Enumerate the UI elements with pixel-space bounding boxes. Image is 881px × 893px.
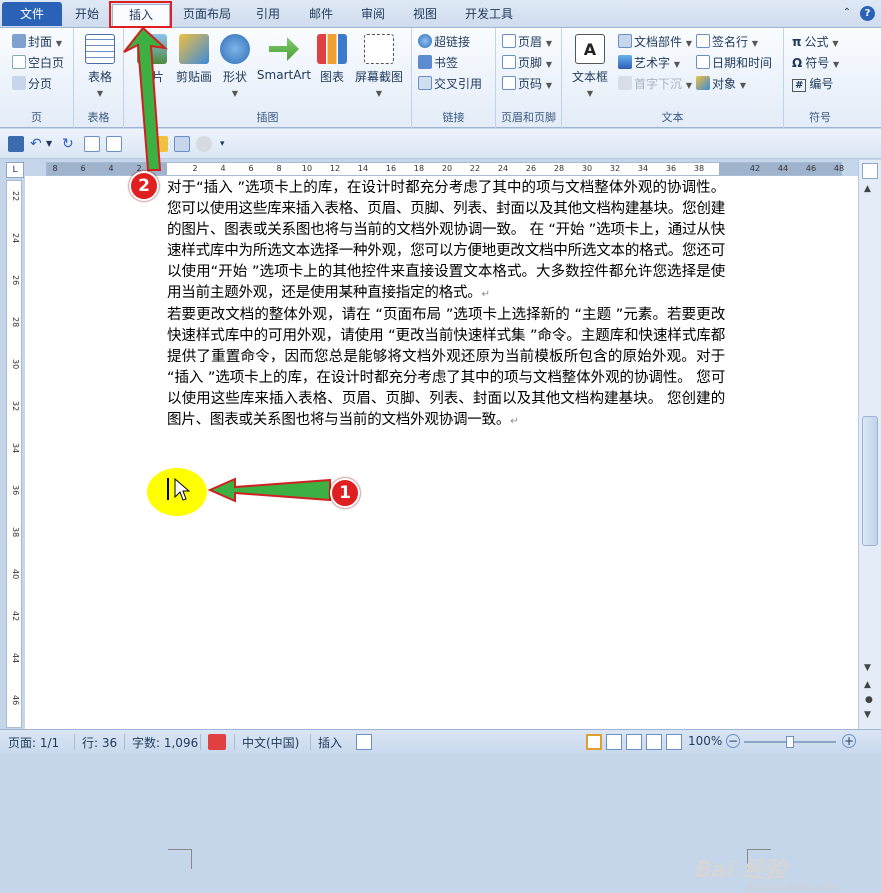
zoom-slider-thumb[interactable] — [786, 736, 794, 748]
scroll-thumb[interactable] — [862, 416, 878, 546]
outline-view-icon[interactable] — [646, 734, 662, 750]
scroll-down-icon[interactable]: ▼ — [864, 663, 871, 673]
status-language[interactable]: 中文(中国) — [242, 734, 299, 751]
prev-page-icon[interactable]: ▲ — [864, 680, 871, 690]
watermark-logo: Bai 经验 — [695, 858, 786, 883]
watermark-url: jingyan.baidu.com — [747, 882, 840, 893]
vertical-scrollbar[interactable]: ▲ ▼ ▲ ● ▼ — [858, 160, 881, 729]
next-page-icon[interactable]: ▼ — [864, 710, 871, 720]
arrow-1 — [207, 477, 331, 503]
status-divider — [234, 734, 235, 750]
annotation-arrows — [123, 26, 331, 503]
web-layout-icon[interactable] — [626, 734, 642, 750]
step-badge-2: 2 — [129, 171, 159, 201]
draft-view-icon[interactable] — [666, 734, 682, 750]
status-line[interactable]: 行: 36 — [82, 734, 117, 751]
status-divider — [200, 734, 201, 750]
status-page[interactable]: 页面: 1/1 — [8, 734, 59, 751]
proofing-icon[interactable] — [208, 734, 226, 750]
step-badge-1: 1 — [330, 478, 360, 508]
status-divider — [310, 734, 311, 750]
arrow-2 — [123, 26, 169, 171]
zoom-in-icon[interactable]: + — [842, 734, 856, 748]
scroll-up-icon[interactable]: ▲ — [864, 184, 871, 194]
status-bar: 页面: 1/1 行: 36 字数: 1,096 中文(中国) 插入 100% −… — [0, 729, 881, 754]
status-divider — [74, 734, 75, 750]
status-divider — [124, 734, 125, 750]
print-layout-view-icon[interactable] — [586, 734, 602, 750]
status-word-count[interactable]: 字数: 1,096 — [132, 734, 198, 751]
zoom-level[interactable]: 100% — [688, 734, 722, 748]
browse-object-icon[interactable]: ● — [865, 695, 873, 705]
full-screen-reading-icon[interactable] — [606, 734, 622, 750]
status-insert-mode[interactable]: 插入 — [318, 734, 342, 751]
macro-record-icon[interactable] — [356, 734, 372, 750]
page-corner-mark-left — [168, 849, 192, 869]
zoom-out-icon[interactable]: − — [726, 734, 740, 748]
view-ruler-icon[interactable] — [862, 163, 878, 179]
